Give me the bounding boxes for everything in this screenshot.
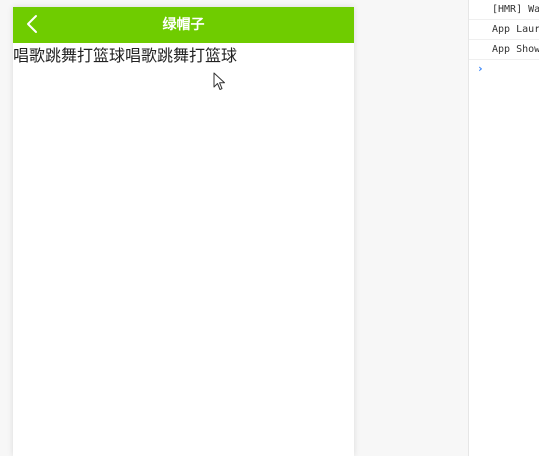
content-text: 唱歌跳舞打篮球唱歌跳舞打篮球 — [13, 46, 238, 65]
console-line: [HMR] Wa — [469, 0, 539, 20]
simulator-screen: 绿帽子 唱歌跳舞打篮球唱歌跳舞打篮球 — [13, 7, 354, 456]
navigation-bar: 绿帽子 — [13, 7, 354, 43]
mouse-cursor-icon — [213, 72, 225, 90]
console-panel: [HMR] Wa App Laur App Show › — [468, 0, 539, 456]
console-line: App Show — [469, 40, 539, 60]
page-title: 绿帽子 — [162, 17, 205, 33]
console-prompt[interactable]: › — [469, 60, 539, 78]
devtools-stage: 绿帽子 唱歌跳舞打篮球唱歌跳舞打篮球 [HMR] Wa App Laur App… — [0, 0, 539, 456]
console-line: App Laur — [469, 20, 539, 40]
